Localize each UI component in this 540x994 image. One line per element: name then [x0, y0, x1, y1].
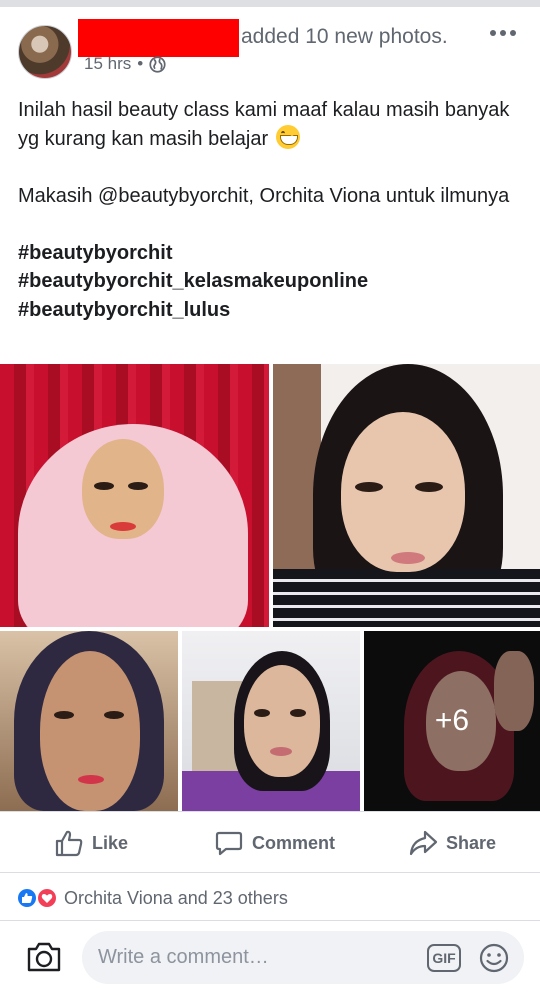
meta-separator: • — [137, 54, 144, 73]
post-actions-bar: Like Comment Share — [0, 818, 540, 866]
like-button[interactable]: Like — [54, 828, 128, 858]
post-text-line-1: Inilah hasil beauty class kami maaf kala… — [18, 99, 510, 150]
hashtag-link[interactable]: #beautybyorchit_kelasmakeuponline — [18, 267, 523, 296]
comment-button[interactable]: Comment — [214, 828, 335, 858]
grinning-emoji-icon — [275, 124, 300, 149]
divider — [0, 811, 540, 812]
share-label: Share — [446, 832, 497, 853]
reactions-summary-text: Orchita Viona and 23 others — [64, 887, 288, 908]
gif-icon[interactable]: GIF — [427, 944, 461, 972]
hashtag-link[interactable]: #beautybyorchit — [18, 239, 523, 268]
comment-input[interactable] — [98, 931, 418, 984]
post-action-text: added 10 new photos. — [241, 25, 448, 48]
more-photos-overlay[interactable]: +6 — [364, 631, 540, 811]
share-icon — [409, 830, 438, 856]
comment-box: GIF — [82, 931, 524, 984]
post-text: Inilah hasil beauty class kami maaf kala… — [18, 96, 523, 324]
like-reaction-icon — [16, 887, 38, 909]
camera-icon[interactable] — [26, 940, 62, 974]
share-button[interactable]: Share — [408, 828, 496, 858]
photo-3[interactable] — [0, 631, 178, 811]
photo-1[interactable] — [0, 364, 269, 627]
globe-icon — [149, 55, 166, 73]
avatar[interactable] — [18, 25, 72, 79]
post-timestamp[interactable]: 15 hrs — [84, 54, 131, 74]
post-meta: 15 hrs • — [84, 54, 166, 74]
top-divider-strip — [0, 0, 540, 7]
like-icon — [55, 830, 83, 857]
reactions-summary[interactable]: Orchita Viona and 23 others — [16, 887, 288, 909]
photo-4[interactable] — [182, 631, 360, 811]
like-label: Like — [92, 832, 129, 853]
photo-2[interactable] — [273, 364, 540, 627]
hashtag-link[interactable]: #beautybyorchit_lulus — [18, 296, 523, 325]
post-text-line-2: Makasih @beautybyorchit, Orchita Viona u… — [18, 184, 510, 207]
divider — [0, 872, 540, 873]
post-header: added 10 new photos. 15 hrs • — [0, 7, 540, 87]
comment-bar: GIF — [0, 921, 540, 994]
comment-icon — [215, 831, 243, 856]
more-options-icon[interactable] — [488, 23, 518, 43]
redacted-author-name — [78, 19, 239, 57]
photo-grid: +6 — [0, 364, 540, 811]
photo-5[interactable]: +6 — [364, 631, 540, 811]
sticker-icon[interactable] — [478, 942, 510, 974]
love-reaction-icon — [36, 887, 58, 909]
comment-label: Comment — [252, 832, 336, 853]
